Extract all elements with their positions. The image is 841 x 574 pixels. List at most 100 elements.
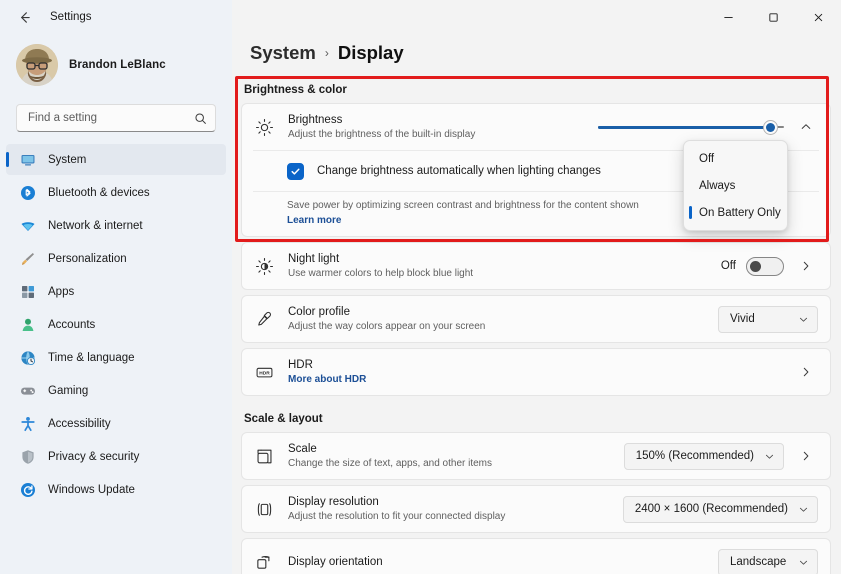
display-resolution-value: 2400 × 1600 (Recommended)	[635, 503, 788, 515]
display-orientation-card: Display orientation Landscape	[241, 538, 831, 574]
display-orientation-dropdown[interactable]: Landscape	[718, 549, 818, 574]
minimize-button[interactable]	[706, 0, 751, 34]
color-profile-subtitle: Adjust the way colors appear on your scr…	[288, 320, 705, 334]
sidebar-item-label: System	[48, 154, 86, 166]
search-icon	[194, 112, 207, 125]
flyout-option-on-battery-only[interactable]: On Battery Only	[687, 199, 784, 226]
sidebar-item-privacy-security[interactable]: Privacy & security	[6, 441, 226, 472]
sidebar-item-system[interactable]: System	[6, 144, 226, 175]
flyout-option-label: Off	[699, 153, 714, 165]
section-title-scale-layout: Scale & layout	[241, 401, 831, 432]
app-title: Settings	[50, 11, 92, 23]
scale-dropdown[interactable]: 150% (Recommended)	[624, 443, 784, 470]
flyout-option-label: Always	[699, 180, 735, 192]
chevron-right-icon[interactable]	[794, 254, 818, 278]
sidebar-item-personalization[interactable]: Personalization	[6, 243, 226, 274]
chevron-down-icon	[798, 557, 809, 568]
display-resolution-row[interactable]: Display resolution Adjust the resolution…	[242, 486, 830, 532]
chevron-right-icon[interactable]	[794, 444, 818, 468]
brightness-slider[interactable]	[598, 117, 784, 137]
sidebar-item-label: Gaming	[48, 385, 88, 397]
window-controls	[232, 0, 841, 34]
hdr-badge-icon: HDR	[253, 361, 275, 383]
main-pane: System › Display Brightness & color Brig…	[232, 0, 841, 574]
maximize-button[interactable]	[751, 0, 796, 34]
brightness-sun-icon	[253, 116, 275, 138]
chevron-right-icon[interactable]	[794, 360, 818, 384]
sidebar-item-accounts[interactable]: Accounts	[6, 309, 226, 340]
slider-fill	[598, 126, 771, 129]
sidebar-item-label: Privacy & security	[48, 451, 139, 463]
sidebar-item-windows-update[interactable]: Windows Update	[6, 474, 226, 505]
display-orientation-row[interactable]: Display orientation Landscape	[242, 539, 830, 574]
color-profile-value: Vivid	[730, 313, 755, 325]
scale-row[interactable]: Scale Change the size of text, apps, and…	[242, 433, 830, 479]
person-icon	[19, 316, 36, 333]
night-light-controls: Off	[721, 254, 818, 278]
scale-controls: 150% (Recommended)	[624, 443, 818, 470]
scale-resize-icon	[253, 445, 275, 467]
content-adaptive-brightness-flyout[interactable]: Off Always On Battery Only	[683, 140, 788, 231]
hdr-controls	[794, 360, 818, 384]
slider-thumb[interactable]	[763, 120, 778, 135]
display-resolution-card: Display resolution Adjust the resolution…	[241, 485, 831, 533]
close-button[interactable]	[796, 0, 841, 34]
sidebar-item-accessibility[interactable]: Accessibility	[6, 408, 226, 439]
flyout-option-off[interactable]: Off	[687, 145, 784, 172]
flyout-option-always[interactable]: Always	[687, 172, 784, 199]
night-light-title: Night light	[288, 252, 708, 266]
sidebar-item-network-internet[interactable]: Network & internet	[6, 210, 226, 241]
sidebar-item-label: Apps	[48, 286, 74, 298]
sidebar-item-time-language[interactable]: Time & language	[6, 342, 226, 373]
page-title: Display	[338, 42, 404, 64]
wifi-icon	[19, 217, 36, 234]
brightness-text: Brightness Adjust the brightness of the …	[288, 113, 585, 142]
sidebar-nav: System Bluetooth & devices	[0, 142, 232, 505]
hdr-title: HDR	[288, 358, 781, 372]
sidebar-item-label: Time & language	[48, 352, 135, 364]
sidebar-item-label: Windows Update	[48, 484, 135, 496]
more-about-hdr-link[interactable]: More about HDR	[288, 373, 781, 387]
sidebar-item-apps[interactable]: Apps	[6, 276, 226, 307]
shield-icon	[19, 448, 36, 465]
color-profile-card: Color profile Adjust the way colors appe…	[241, 295, 831, 343]
color-profile-row[interactable]: Color profile Adjust the way colors appe…	[242, 296, 830, 342]
gamepad-icon	[19, 382, 36, 399]
display-orientation-title: Display orientation	[288, 555, 705, 569]
search-wrap	[0, 96, 232, 142]
sidebar-item-bluetooth-devices[interactable]: Bluetooth & devices	[6, 177, 226, 208]
paintbrush-icon	[19, 250, 36, 267]
apps-grid-icon	[19, 283, 36, 300]
sidebar-item-gaming[interactable]: Gaming	[6, 375, 226, 406]
display-orientation-controls: Landscape	[718, 549, 818, 574]
svg-text:HDR: HDR	[259, 370, 270, 376]
back-arrow-icon[interactable]	[12, 5, 36, 29]
accessibility-person-icon	[19, 415, 36, 432]
display-resolution-dropdown[interactable]: 2400 × 1600 (Recommended)	[623, 496, 818, 523]
account-name: Brandon LeBlanc	[69, 59, 166, 71]
color-profile-dropdown[interactable]: Vivid	[718, 306, 818, 333]
hdr-text: HDR More about HDR	[288, 358, 781, 387]
search-input[interactable]	[28, 112, 194, 124]
display-resolution-subtitle: Adjust the resolution to fit your connec…	[288, 510, 610, 524]
night-light-toggle[interactable]	[746, 257, 784, 276]
night-light-row[interactable]: Night light Use warmer colors to help bl…	[242, 243, 830, 289]
brightness-subtitle: Adjust the brightness of the built-in di…	[288, 128, 585, 142]
chevron-down-icon	[798, 504, 809, 515]
chevron-up-icon[interactable]	[794, 115, 818, 139]
display-orientation-value: Landscape	[730, 556, 786, 568]
breadcrumb-parent[interactable]: System	[250, 42, 316, 64]
breadcrumb: System › Display	[241, 34, 831, 78]
scale-text: Scale Change the size of text, apps, and…	[288, 442, 611, 471]
monitor-icon	[19, 151, 36, 168]
breadcrumb-separator: ›	[325, 46, 329, 60]
account-block[interactable]: Brandon LeBlanc	[0, 34, 232, 96]
section-title-brightness-color: Brightness & color	[241, 78, 831, 103]
color-profile-text: Color profile Adjust the way colors appe…	[288, 305, 705, 334]
search-box[interactable]	[16, 104, 216, 132]
night-light-card: Night light Use warmer colors to help bl…	[241, 242, 831, 290]
night-light-icon	[253, 255, 275, 277]
auto-brightness-label: Change brightness automatically when lig…	[317, 165, 601, 177]
auto-brightness-checkbox[interactable]	[287, 163, 304, 180]
hdr-row[interactable]: HDR HDR More about HDR	[242, 349, 830, 395]
